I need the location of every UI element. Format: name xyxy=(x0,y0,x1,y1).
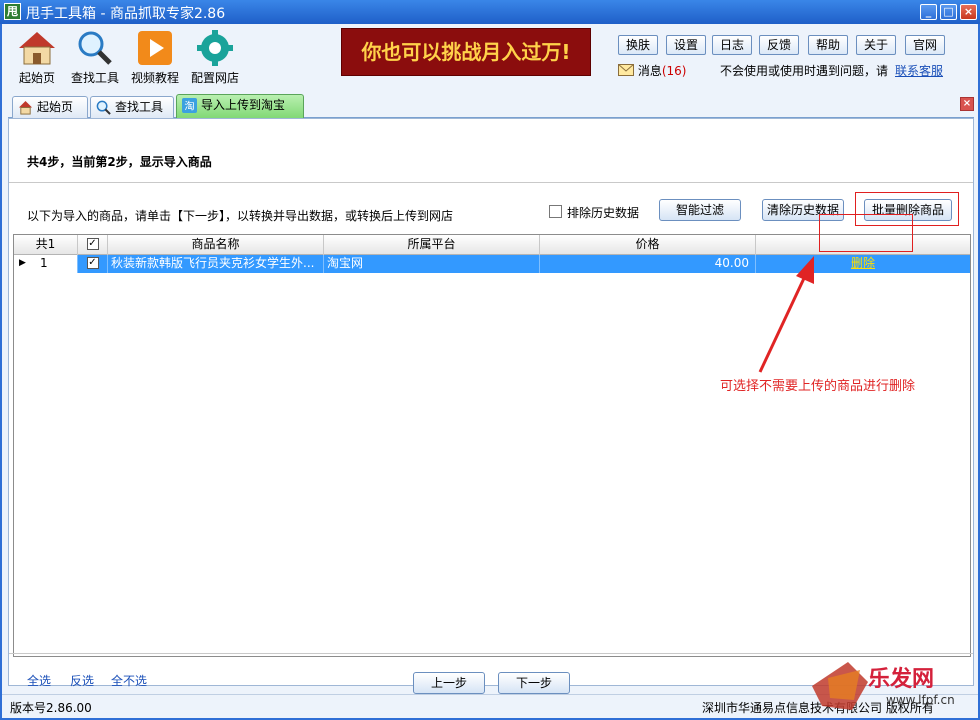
website-button[interactable]: 官网 xyxy=(905,35,945,55)
select-all-checkbox[interactable]: ✓ xyxy=(86,238,99,250)
tab-strip: 起始页 查找工具 淘 导入上传到淘宝 xyxy=(8,94,974,119)
help-button[interactable]: 帮助 xyxy=(808,35,848,55)
header-count: 共1 xyxy=(14,235,78,255)
envelope-icon xyxy=(617,63,635,76)
minimize-button[interactable]: _ xyxy=(920,4,937,20)
play-icon xyxy=(138,31,172,65)
version-label: 版本号2.86.00 xyxy=(10,701,92,715)
main-window: 起始页 查找工具 视频教程 配置网店 你也可以挑战月入过万! 换肤 设置 日志 … xyxy=(2,24,978,718)
product-name-cell[interactable]: 秋装新款韩版飞行员夹克衫女学生外... xyxy=(108,255,324,273)
title-bar[interactable]: 甩 甩手工具箱 - 商品抓取专家2.86 _ □ × xyxy=(0,0,980,24)
toolbar-find-tool-button[interactable]: 查找工具 xyxy=(66,28,124,86)
maximize-button[interactable]: □ xyxy=(940,4,957,20)
prev-step-button[interactable]: 上一步 xyxy=(413,672,485,694)
message-count: (16) xyxy=(661,64,687,78)
header-price[interactable]: 价格 xyxy=(540,235,756,255)
toolbar-shop-config-button[interactable]: 配置网店 xyxy=(186,28,244,86)
window-title: 甩手工具箱 - 商品抓取专家2.86 xyxy=(26,6,226,22)
settings-button[interactable]: 设置 xyxy=(666,35,706,55)
next-step-button[interactable]: 下一步 xyxy=(498,672,570,694)
row-pointer-icon: ▶ xyxy=(19,258,26,268)
exclude-history-checkbox[interactable] xyxy=(549,205,562,218)
price-cell[interactable]: 40.00 xyxy=(540,255,756,273)
delete-link[interactable]: 删除 xyxy=(851,256,875,270)
annotation-text: 可选择不需要上传的商品进行删除 xyxy=(720,379,916,394)
toolbar-home-button[interactable]: 起始页 xyxy=(8,28,66,86)
row-index-cell: ▶ 1 xyxy=(14,255,78,273)
svg-text:淘: 淘 xyxy=(184,100,194,113)
magnifier-icon xyxy=(96,100,111,115)
step-indicator: 共4步，当前第2步，显示导入商品 xyxy=(27,155,212,169)
invert-selection-link[interactable]: 反选 xyxy=(70,672,94,689)
divider xyxy=(9,653,973,654)
highlight-box xyxy=(819,214,913,252)
taobao-icon: 淘 xyxy=(182,98,197,113)
instruction-text: 以下为导入的商品，请单击【下一步】，以转换并导出数据，或转换后上传到网店 xyxy=(27,209,454,223)
header-checkbox-cell[interactable]: ✓ xyxy=(78,235,108,255)
log-button[interactable]: 日志 xyxy=(712,35,752,55)
gear-icon xyxy=(197,30,233,66)
tab-close-icon[interactable]: × xyxy=(960,97,974,111)
contact-support-link[interactable]: 联系客服 xyxy=(895,62,943,79)
magnifier-icon xyxy=(78,31,112,65)
messages-link[interactable]: 消息(16) xyxy=(617,62,687,79)
home-icon xyxy=(19,32,55,65)
divider xyxy=(9,182,973,183)
content-panel: 共4步，当前第2步，显示导入商品 以下为导入的商品，请单击【下一步】，以转换并导… xyxy=(8,118,974,694)
header-name[interactable]: 商品名称 xyxy=(108,235,324,255)
platform-cell[interactable]: 淘宝网 xyxy=(324,255,540,273)
tab-import-upload[interactable]: 淘 导入上传到淘宝 xyxy=(176,94,304,119)
smart-filter-button[interactable]: 智能过滤 xyxy=(659,199,741,221)
help-text: 不会使用或使用时遇到问题，请 xyxy=(720,64,889,78)
select-all-link[interactable]: 全选 xyxy=(27,672,51,689)
row-checkbox[interactable]: ✓ xyxy=(86,257,99,269)
about-button[interactable]: 关于 xyxy=(856,35,896,55)
annotation-arrow-icon xyxy=(758,256,814,373)
feedback-button[interactable]: 反馈 xyxy=(759,35,799,55)
toolbar-video-button[interactable]: 视频教程 xyxy=(126,28,184,86)
home-icon xyxy=(18,100,33,115)
tab-find-tool[interactable]: 查找工具 xyxy=(90,96,174,118)
exclude-history-label: 排除历史数据 xyxy=(567,206,640,220)
watermark-logo: 乐发网 www.lfpf.cn xyxy=(812,662,955,710)
row-checkbox-cell[interactable]: ✓ xyxy=(78,255,108,273)
svg-text:乐发网: 乐发网 xyxy=(868,666,934,692)
svg-text:www.lfpf.cn: www.lfpf.cn xyxy=(886,693,955,707)
header-platform[interactable]: 所属平台 xyxy=(324,235,540,255)
select-none-link[interactable]: 全不选 xyxy=(111,672,147,689)
app-icon: 甩 xyxy=(4,3,21,20)
close-button[interactable]: × xyxy=(960,4,977,20)
skin-button[interactable]: 换肤 xyxy=(618,35,658,55)
promo-banner[interactable]: 你也可以挑战月入过万! xyxy=(341,28,591,76)
tab-home[interactable]: 起始页 xyxy=(12,96,88,118)
